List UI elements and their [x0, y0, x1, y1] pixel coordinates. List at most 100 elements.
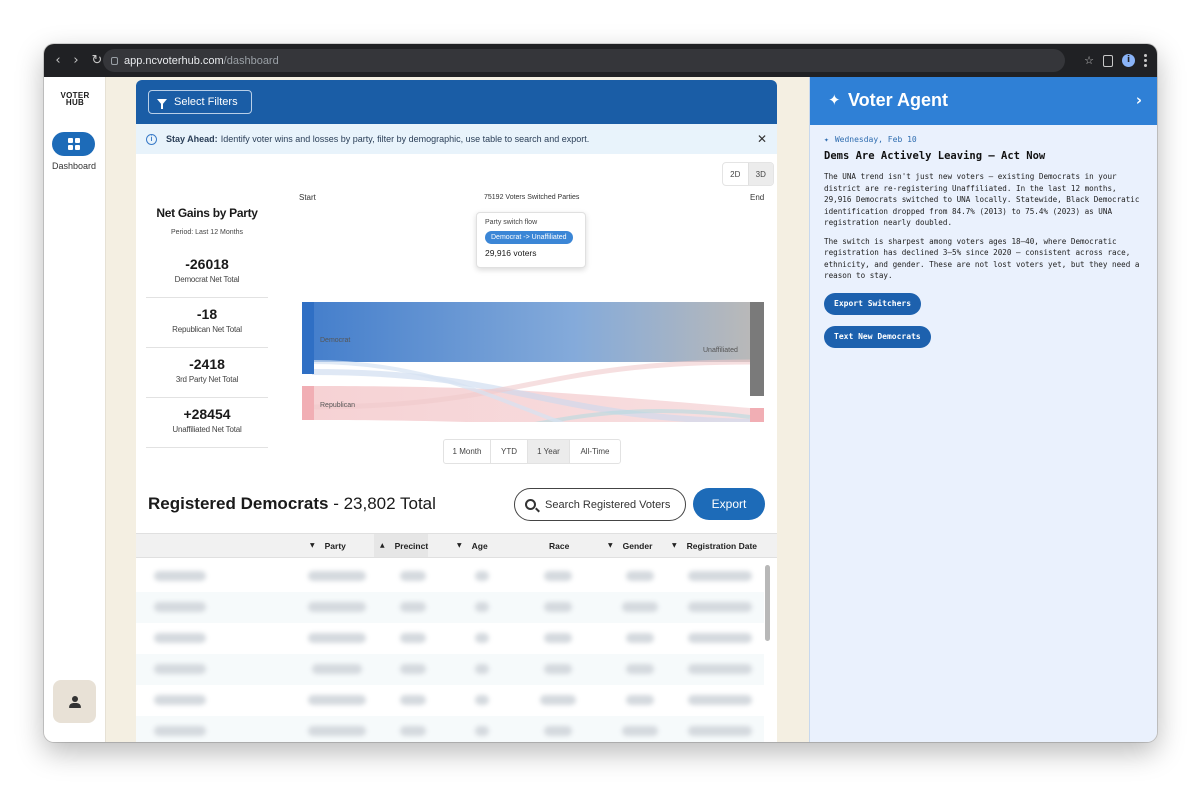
export-button[interactable]: Export: [693, 488, 765, 520]
stat-value: -18: [196, 306, 218, 322]
range-ytd[interactable]: YTD: [491, 440, 528, 463]
dashboard-button[interactable]: [52, 132, 95, 156]
registered-title-label: Registered Democrats: [148, 494, 329, 513]
sort-down-icon: ▼: [310, 542, 315, 549]
sort-up-icon: ▲: [380, 542, 385, 549]
col-gender[interactable]: ▼ Gender: [608, 534, 678, 557]
toggle-3d[interactable]: 3D: [747, 163, 773, 185]
tooltip-count: 29,916 voters: [485, 248, 537, 258]
stat-unaffiliated: +28454 Unaffiliated Net Total: [146, 400, 268, 448]
text-new-democrats-button[interactable]: Text New Democrats: [824, 325, 931, 348]
time-range-selector: 1 Month YTD 1 Year All-Time: [443, 439, 621, 464]
info-icon: i: [146, 133, 157, 145]
address-bar[interactable]: app.ncvoterhub.com /dashboard: [103, 49, 1065, 72]
dashboard-grid-icon: [67, 138, 80, 150]
url-host: app.ncvoterhub.com: [124, 54, 224, 67]
dashboard-panel: Select Filters i Stay Ahead: Identify vo…: [136, 80, 777, 742]
node-republican-start: [302, 386, 314, 420]
voter-agent-header: ✦ Voter Agent ›: [810, 77, 1157, 125]
sparkle-icon: ✦: [828, 91, 841, 109]
banner-lead: Stay Ahead:: [166, 134, 218, 144]
col-race[interactable]: Race: [521, 534, 591, 557]
stat-label: Democrat Net Total: [174, 275, 240, 284]
tooltip-title: Party switch flow: [485, 219, 538, 226]
table-row[interactable]: [136, 592, 764, 623]
bookmark-star-icon[interactable]: ☆: [1084, 54, 1094, 67]
voter-agent-title: Voter Agent: [848, 90, 949, 110]
stat-third-party: -2418 3rd Party Net Total: [146, 350, 268, 398]
scrollbar-thumb[interactable]: [765, 565, 770, 641]
info-banner: i Stay Ahead: Identify voter wins and lo…: [136, 124, 777, 154]
sort-down-icon: ▼: [672, 542, 677, 549]
toggle-2d[interactable]: 2D: [723, 163, 748, 185]
table-row[interactable]: [136, 561, 764, 592]
close-icon[interactable]: ✕: [757, 132, 767, 146]
tab-icon[interactable]: [1103, 54, 1113, 67]
table-row[interactable]: [136, 685, 764, 716]
message-paragraph-1: The UNA trend isn't just new voters — ex…: [824, 172, 1140, 227]
voter-agent-message: ✦ Wednesday, Feb 10 Dems Are Actively Lea…: [824, 135, 1144, 348]
dashboard-label: Dashboard: [51, 161, 97, 171]
sankey-end-label: End: [750, 193, 765, 202]
voterhub-logo[interactable]: VOTER HUB: [58, 92, 92, 107]
chevron-right-icon[interactable]: ›: [1136, 91, 1142, 109]
lock-icon: [111, 56, 118, 65]
table-scrollbar[interactable]: [764, 561, 770, 742]
registered-total: - 23,802 Total: [333, 494, 436, 513]
browser-toolbar: ‹ › ↻ app.ncvoterhub.com /dashboard ☆ i: [44, 44, 1157, 77]
back-icon[interactable]: ‹: [50, 53, 66, 68]
voter-table-header: ▼ Party ▲ Precinct ▼ Age Race ▼ Gender ▼ Regi…: [136, 533, 777, 558]
range-1-year[interactable]: 1 Year: [528, 440, 570, 463]
user-account-button[interactable]: [53, 680, 96, 723]
stat-label: 3rd Party Net Total: [175, 375, 239, 384]
col-precinct[interactable]: ▲ Precinct: [374, 534, 428, 557]
col-registration-date[interactable]: ▼ Registration Date: [672, 534, 776, 557]
stat-label: Unaffiliated Net Total: [172, 425, 242, 434]
sankey-title: 75192 Voters Switched Parties: [484, 194, 580, 201]
label-democrat-start: Democrat: [320, 337, 350, 344]
message-headline: Dems Are Actively Leaving — Act Now: [824, 150, 1046, 162]
node-unaffiliated-end: [750, 302, 764, 396]
table-row[interactable]: [136, 623, 764, 654]
label-unaffiliated-end: Unaffiliated: [703, 347, 738, 354]
message-paragraph-2: The switch is sharpest among voters ages…: [824, 236, 1140, 281]
select-filters-label: Select Filters: [174, 96, 238, 108]
col-age[interactable]: ▼ Age: [457, 534, 517, 557]
message-date: ✦ Wednesday, Feb 10: [824, 135, 917, 144]
table-row[interactable]: [136, 716, 764, 742]
banner-text: Identify voter wins and losses by party,…: [220, 134, 590, 144]
funnel-icon: [157, 99, 167, 109]
tooltip-flow-pill: Democrat -> Unaffiliated: [485, 231, 573, 244]
left-nav: VOTER HUB Dashboard: [44, 77, 106, 742]
stat-value: +28454: [183, 406, 231, 422]
select-filters-button[interactable]: Select Filters: [148, 90, 252, 114]
search-icon: [525, 499, 536, 510]
export-switchers-button[interactable]: Export Switchers: [824, 292, 922, 315]
range-all-time[interactable]: All-Time: [570, 440, 620, 463]
sankey-tooltip: Party switch flow Democrat -> Unaffiliat…: [476, 212, 586, 268]
search-voters-input[interactable]: Search Registered Voters: [514, 488, 686, 521]
registered-title: Registered Democrats - 23,802 Total: [148, 494, 436, 514]
stat-democrat: -26018 Democrat Net Total: [146, 250, 268, 298]
sort-down-icon: ▼: [608, 542, 613, 549]
search-placeholder: Search Registered Voters: [545, 498, 671, 511]
net-gains-title: Net Gains by Party: [156, 206, 258, 220]
extension-icon[interactable]: i: [1122, 54, 1135, 67]
forward-icon[interactable]: ›: [68, 53, 84, 68]
view-toggle: 2D 3D: [722, 162, 774, 186]
menu-kebab-icon[interactable]: [1144, 54, 1147, 67]
stat-value: -26018: [185, 256, 229, 272]
browser-window: ‹ › ↻ app.ncvoterhub.com /dashboard ☆ i …: [44, 44, 1157, 742]
col-party[interactable]: ▼ Party: [310, 534, 372, 557]
sort-down-icon: ▼: [457, 542, 462, 549]
user-icon: [68, 695, 81, 708]
range-1-month[interactable]: 1 Month: [444, 440, 491, 463]
voter-agent-panel: ✦ Voter Agent › ✦ Wednesday, Feb 10 Dems …: [809, 77, 1157, 742]
flow-dem-una: [312, 302, 750, 362]
table-row[interactable]: [136, 654, 764, 685]
label-republican-start: Republican: [320, 402, 355, 409]
stat-label: Republican Net Total: [172, 325, 242, 334]
stat-republican: -18 Republican Net Total: [146, 300, 268, 348]
agent-actions: Export Switchers Text New Democrats: [824, 285, 1144, 348]
url-path: /dashboard: [223, 54, 279, 67]
